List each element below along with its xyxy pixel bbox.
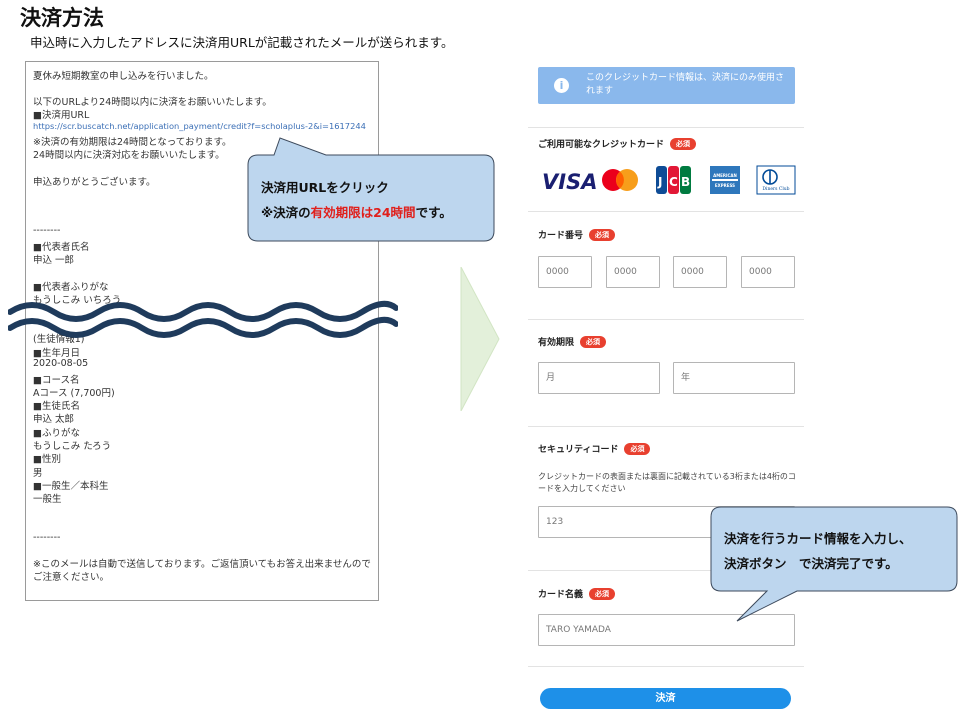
email-line: ■ふりがな — [33, 428, 80, 439]
payment-url-link[interactable]: https://scr.buscatch.net/application_pay… — [33, 121, 366, 131]
next-step-arrow-icon — [460, 267, 500, 411]
card-number-input-1[interactable] — [538, 256, 592, 288]
expiry-label: 有効期限 必須 — [538, 335, 607, 348]
email-line: 申込 一郎 — [33, 255, 75, 266]
expiry-month-input[interactable] — [538, 362, 660, 394]
divider — [528, 211, 804, 212]
diners-club-logo-icon: Diners Club — [756, 165, 796, 195]
email-line: Aコース (7,700円) — [33, 388, 115, 399]
cards-label: ご利用可能なクレジットカード 必須 — [538, 137, 697, 150]
visa-logo-icon: VISA — [542, 170, 597, 194]
email-line: ■コース名 — [33, 375, 80, 386]
callout-top-line1: 決済用URLをクリック — [261, 180, 389, 195]
email-line: 申込 太郎 — [33, 414, 75, 425]
info-text: このクレジットカード情報は、決済にのみ使用されます — [586, 73, 785, 96]
required-badge: 必須 — [589, 588, 616, 600]
email-line: ■一般生／本科生 — [33, 481, 109, 492]
email-line: 一般生 — [33, 494, 62, 505]
email-line: 24時間以内に決済対応をお願いいたします。 — [33, 150, 225, 161]
page-subtitle: 申込時に入力したアドレスに決済用URLが記載されたメールが送られます。 — [30, 35, 454, 50]
svg-text:EXPRESS: EXPRESS — [715, 183, 735, 188]
svg-text:B: B — [681, 175, 690, 189]
email-line: ※このメールは自動で送信しております。ご返信頂いてもお答え出来ませんのでご注意く… — [33, 559, 371, 583]
card-number-input-3[interactable] — [673, 256, 727, 288]
page-title: 決済方法 — [20, 6, 104, 30]
email-line: -------- — [33, 532, 61, 543]
required-badge: 必須 — [580, 336, 607, 348]
amex-logo-icon: AMERICAN EXPRESS — [710, 166, 740, 194]
svg-text:AMERICAN: AMERICAN — [713, 173, 737, 178]
email-line: ■代表者ふりがな — [33, 282, 109, 293]
svg-text:Diners Club: Diners Club — [762, 186, 789, 192]
divider — [528, 319, 804, 320]
email-line: もうしこみ たろう — [33, 441, 112, 452]
security-code-label: セキュリティコード 必須 — [538, 442, 651, 455]
email-line: ■生徒氏名 — [33, 401, 80, 412]
jcb-logo-icon: J C B — [656, 166, 691, 194]
email-line: 以下のURLより24時間以内に決済をお願いいたします。 — [33, 97, 272, 108]
email-line: -------- — [33, 225, 61, 236]
info-icon: i — [554, 78, 569, 93]
divider — [528, 426, 804, 427]
expiry-year-input[interactable] — [673, 362, 795, 394]
email-line: 夏休み短期教室の申し込みを行いました。 — [33, 71, 214, 82]
email-line: 男 — [33, 468, 43, 479]
card-brand-logos: VISA J C B AMERICAN EXPRESS Diners Club — [542, 165, 796, 195]
callout-top-line2: ※決済の有効期限は24時間です。 — [261, 205, 452, 220]
email-line: 申込ありがとうございます。 — [33, 177, 156, 188]
card-number-input-4[interactable] — [741, 256, 795, 288]
card-name-label: カード名義 必須 — [538, 587, 616, 600]
callout-bottom-line1: 決済を行うカード情報を入力し、 — [724, 531, 912, 546]
email-line: ※決済の有効期限は24時間となっております。 — [33, 137, 232, 148]
required-badge: 必須 — [624, 443, 651, 455]
email-line: ■決済用URL — [33, 110, 90, 121]
card-number-label: カード番号 必須 — [538, 228, 616, 241]
divider — [528, 127, 804, 128]
email-line: 2020-08-05 — [33, 358, 89, 369]
email-line: ■性別 — [33, 454, 61, 465]
svg-text:VISA: VISA — [542, 170, 597, 194]
mastercard-logo-icon — [602, 169, 638, 191]
required-badge: 必須 — [670, 138, 697, 150]
required-badge: 必須 — [589, 229, 616, 241]
svg-text:C: C — [669, 175, 678, 189]
submit-payment-button[interactable]: 決済 — [540, 688, 791, 709]
email-line: ■生年月日 — [33, 348, 80, 359]
divider — [528, 666, 804, 667]
email-line: ■代表者氏名 — [33, 242, 90, 253]
callout-bottom-line2: 決済ボタン で決済完了です。 — [724, 556, 898, 571]
wave-break-icon — [8, 300, 398, 338]
svg-text:J: J — [657, 175, 662, 189]
info-banner: i このクレジットカード情報は、決済にのみ使用されます — [538, 67, 795, 104]
security-code-help: クレジットカードの表面または裏面に記載されている3桁または4桁のコードを入力して… — [538, 472, 796, 493]
card-number-input-2[interactable] — [606, 256, 660, 288]
